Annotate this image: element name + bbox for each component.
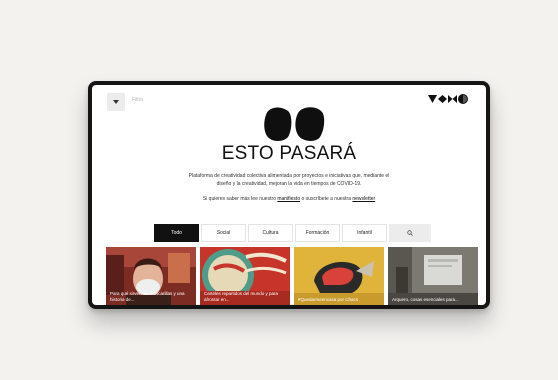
- project-card[interactable]: Carteles repartidos del mundo y para afr…: [200, 247, 290, 305]
- card-title: Arquero, cosas esenciales para...: [392, 297, 459, 302]
- diamond-mark-icon: [438, 95, 447, 103]
- category-tabs: Todo Social Cultura Formación Infantil: [154, 224, 431, 242]
- card-title: Carteles repartidos del mundo y para afr…: [204, 291, 279, 302]
- tab-infantil[interactable]: Infantil: [342, 224, 387, 242]
- subscribe-prefix: Si quieres saber más lee nuestro: [202, 196, 276, 202]
- subscribe-line: Si quieres saber más lee nuestro manifie…: [92, 196, 486, 202]
- website-screen: Filtro ESTO PASARÁ Plataforma de creativ…: [92, 85, 486, 305]
- tab-todo[interactable]: Todo: [154, 224, 199, 242]
- project-grid: Para qué sirven las mascarillas y una hi…: [106, 247, 478, 305]
- newsletter-link[interactable]: newsletter: [352, 196, 375, 202]
- chevron-down-icon: [113, 100, 119, 104]
- project-card[interactable]: #Quedarmeencasa por Chacs: [294, 247, 384, 305]
- search-icon: [407, 230, 413, 236]
- project-card[interactable]: Para qué sirven las mascarillas y una hi…: [106, 247, 196, 305]
- menu-button[interactable]: [107, 93, 125, 111]
- subscribe-middle: o suscríbete a nuestra: [301, 196, 351, 202]
- stage: Filtro ESTO PASARÁ Plataforma de creativ…: [0, 0, 558, 380]
- triangle-mark-icon: [428, 95, 437, 103]
- tab-cultura[interactable]: Cultura: [248, 224, 293, 242]
- circle-mark-icon: [458, 94, 468, 104]
- page-title: ESTO PASARÁ: [221, 143, 357, 164]
- search-button[interactable]: [389, 224, 431, 242]
- manifesto-link[interactable]: manifiesto: [277, 196, 300, 202]
- project-card[interactable]: Arquero, cosas esenciales para...: [388, 247, 478, 305]
- bowtie-mark-icon: [448, 95, 457, 103]
- card-title: Para qué sirven las mascarillas y una hi…: [110, 291, 185, 302]
- brand-marks[interactable]: [428, 94, 468, 104]
- tab-social[interactable]: Social: [201, 224, 246, 242]
- tab-formacion[interactable]: Formación: [295, 224, 340, 242]
- esto-pasara-logo: [264, 107, 325, 141]
- laptop-frame: Filtro ESTO PASARÁ Plataforma de creativ…: [88, 81, 490, 309]
- card-title: #Quedarmeencasa por Chacs: [298, 297, 359, 302]
- filter-label[interactable]: Filtro: [132, 97, 143, 103]
- hero-description: Plataforma de creatividad colectiva alim…: [188, 173, 390, 187]
